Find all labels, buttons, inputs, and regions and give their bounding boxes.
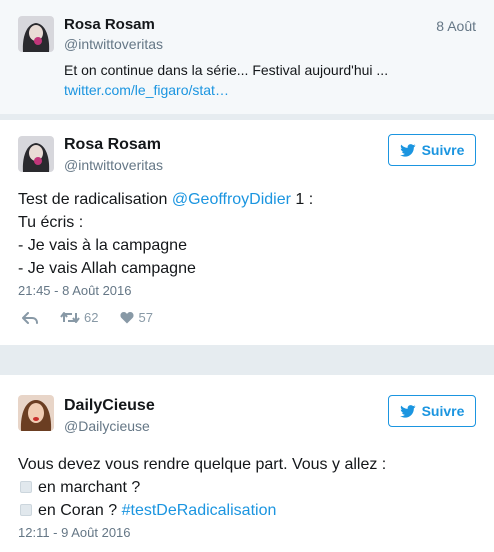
avatar[interactable] [18, 16, 54, 52]
tweet-text-line: Tu écris : [18, 214, 84, 231]
quoted-tweet[interactable]: Rosa Rosam @intwittoveritas 8 Août Et on… [0, 0, 494, 114]
tweet-text-line: - Je vais à la campagne [18, 237, 187, 254]
tweet-text-line: Test de radicalisation [18, 191, 172, 208]
checkbox-icon [20, 504, 32, 516]
follow-button[interactable]: Suivre [388, 134, 476, 166]
author-handle[interactable]: @Dailycieuse [64, 418, 150, 434]
twitter-bird-icon [399, 143, 416, 157]
tweet-link[interactable]: twitter.com/le_figaro/stat… [64, 80, 229, 100]
option-text: en Coran ? [38, 502, 122, 519]
tweet-date[interactable]: 8 Août [436, 18, 476, 34]
tweet-text-line: en marchant ? [18, 476, 386, 499]
twitter-bird-icon [399, 404, 416, 418]
hashtag-link[interactable]: #testDeRadicalisation [122, 502, 277, 519]
tweet-text-line: Vous devez vous rendre quelque part. Vou… [18, 456, 387, 473]
checkbox-icon [20, 481, 32, 493]
follow-label: Suivre [421, 142, 465, 158]
author-handle[interactable]: @intwittoveritas [64, 36, 163, 52]
reply-button[interactable] [22, 311, 38, 324]
avatar[interactable] [18, 395, 54, 431]
tweet-text: Vous devez vous rendre quelque part. Vou… [18, 453, 386, 522]
tweet-text: Test de radicalisation @GeoffroyDidier 1… [18, 188, 313, 280]
retweet-button[interactable]: 62 [60, 310, 98, 325]
tweet-actions: 62 57 [22, 310, 175, 325]
follow-button[interactable]: Suivre [388, 395, 476, 427]
tweet-text-line: 1 : [290, 191, 314, 208]
retweet-count: 62 [84, 310, 99, 325]
option-text: en marchant ? [38, 479, 141, 496]
like-count: 57 [138, 310, 153, 325]
tweet-text: Et on continue dans la série... Festival… [64, 62, 389, 78]
follow-label: Suivre [421, 403, 465, 419]
tweet-timestamp[interactable]: 12:11 - 9 Août 2016 [18, 525, 131, 540]
mention-link[interactable]: @GeoffroyDidier [172, 191, 291, 208]
tweet-text-line: - Je vais Allah campagne [18, 260, 196, 277]
avatar[interactable] [18, 136, 54, 172]
author-name[interactable]: Rosa Rosam [64, 16, 155, 33]
heart-icon [120, 312, 134, 324]
tweet-card: DailyCieuse @Dailycieuse Suivre Vous dev… [0, 375, 494, 552]
author-name[interactable]: DailyCieuse [64, 397, 155, 415]
tweet-card: Rosa Rosam @intwittoveritas Suivre Test … [0, 120, 494, 345]
tweet-text-line: en Coran ? #testDeRadicalisation [18, 499, 386, 522]
like-button[interactable]: 57 [120, 310, 153, 325]
author-handle[interactable]: @intwittoveritas [64, 157, 163, 173]
reply-icon [22, 311, 38, 324]
retweet-icon [60, 312, 80, 323]
author-name[interactable]: Rosa Rosam [64, 136, 161, 154]
tweet-timestamp[interactable]: 21:45 - 8 Août 2016 [18, 283, 131, 298]
